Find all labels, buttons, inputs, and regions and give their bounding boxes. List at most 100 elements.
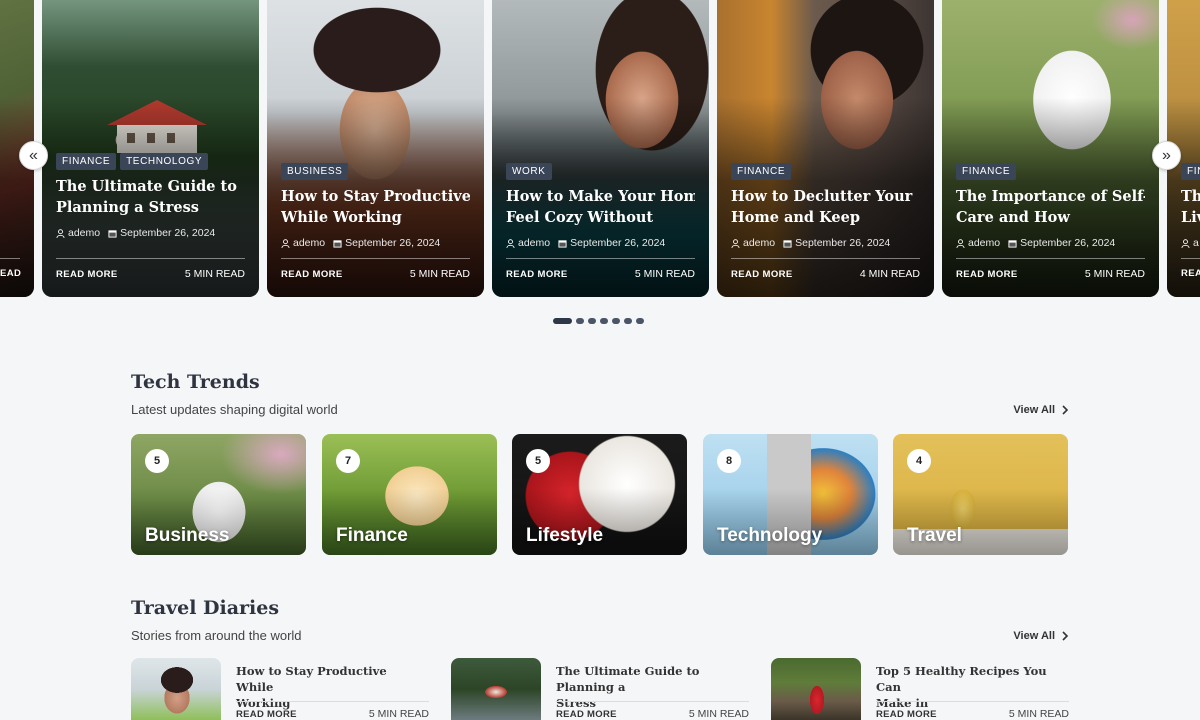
read-more-link[interactable]: READ MORE (876, 709, 937, 720)
pagination-dot-active[interactable] (553, 318, 572, 324)
read-time: 5 MIN READ (1084, 268, 1145, 280)
category-card-lifestyle[interactable]: 5 Lifestyle (512, 434, 687, 555)
author[interactable]: ademo (743, 237, 775, 249)
category-card-finance[interactable]: 7 Finance (322, 434, 497, 555)
category-name: Business (145, 525, 230, 546)
read-more-link[interactable]: READ MORE (281, 269, 343, 280)
travel-post[interactable]: The Ultimate Guide to Planning a Stress … (451, 658, 749, 720)
read-more-link[interactable]: READ MORE (236, 709, 297, 720)
card-meta: ademo September 26, 2024 (731, 237, 920, 249)
read-time: 5 MIN READ (409, 268, 470, 280)
slider-card[interactable]: FINANCE The Importance of Self- Care and… (942, 0, 1159, 297)
chevron-right-icon (1062, 631, 1069, 641)
travel-diaries-subtitle: Stories from around the world (131, 628, 302, 643)
read-more-link[interactable]: READ MORE (731, 269, 793, 280)
post-thumbnail (771, 658, 861, 720)
card-meta: ademo September 26, 2024 (56, 227, 245, 239)
pagination-dot[interactable] (588, 318, 596, 324)
author[interactable]: a (1193, 237, 1199, 249)
user-icon (56, 228, 65, 238)
slider-prev-button[interactable]: « (19, 141, 48, 170)
category-card-technology[interactable]: 8 Technology (703, 434, 878, 555)
read-more-link[interactable]: READ MORE (506, 269, 568, 280)
tag[interactable]: BUSINESS (281, 163, 349, 180)
travel-diaries-title: Travel Diaries (131, 597, 280, 619)
category-name: Travel (907, 525, 962, 546)
category-count-badge: 7 (336, 449, 360, 473)
user-icon (506, 238, 515, 248)
pagination-dot[interactable] (636, 318, 644, 324)
pagination-dot[interactable] (600, 318, 608, 324)
card-title[interactable]: How to Stay Productive While Working (281, 186, 470, 228)
category-name: Lifestyle (526, 525, 604, 546)
slider-card[interactable]: FINANCE How to Declutter Your Home and K… (717, 0, 934, 297)
category-count-badge: 5 (526, 449, 550, 473)
chevrons-left-icon: « (29, 146, 38, 164)
card-tags: FINANCE (956, 163, 1145, 180)
tag[interactable]: FINANCE (731, 163, 792, 180)
post-title[interactable]: Top 5 Healthy Recipes You Can Make in (876, 663, 1066, 711)
card-title[interactable]: The Ultimate Guide to Planning a Stress (56, 176, 245, 218)
read-more-link[interactable]: REA (1181, 268, 1200, 279)
tag[interactable]: TECHNOLOGY (120, 153, 209, 170)
card-content: FINANCE The Importance of Self- Care and… (956, 163, 1145, 249)
card-footer: READ MORE 5 MIN READ (956, 258, 1145, 280)
pagination-dot[interactable] (624, 318, 632, 324)
read-time: 5 MIN READ (688, 708, 749, 720)
tech-view-all-link[interactable]: View All (1013, 404, 1069, 416)
tag[interactable]: WORK (506, 163, 552, 180)
category-card-business[interactable]: 5 Business (131, 434, 306, 555)
travel-post[interactable]: Top 5 Healthy Recipes You Can Make in RE… (771, 658, 1069, 720)
card-title[interactable]: How to Make Your Home Feel Cozy Without (506, 186, 695, 228)
card-tags: BUSINESS (281, 163, 470, 180)
page: EAD FINANCE TECHNOLOGY The Ultimate Guid… (0, 0, 1200, 720)
slider-card[interactable]: FINANCE TECHNOLOGY The Ultimate Guide to… (42, 0, 259, 297)
travel-post[interactable]: How to Stay Productive While Working REA… (131, 658, 429, 720)
author[interactable]: ademo (293, 237, 325, 249)
read-more-link[interactable]: READ MORE (556, 709, 617, 720)
read-more-link[interactable]: READ MORE (956, 269, 1018, 280)
card-content: FINANCE How to Declutter Your Home and K… (731, 163, 920, 249)
slider-card[interactable]: WORK How to Make Your Home Feel Cozy Wit… (492, 0, 709, 297)
card-footer: EAD (0, 258, 21, 279)
category-card-travel[interactable]: 4 Travel (893, 434, 1068, 555)
card-tags: FINANCE (731, 163, 920, 180)
post-thumbnail (131, 658, 221, 720)
pagination-dot[interactable] (576, 318, 584, 324)
slider-next-button[interactable]: » (1152, 141, 1181, 170)
card-title[interactable]: How to Declutter Your Home and Keep (731, 186, 920, 228)
tech-trends-subtitle: Latest updates shaping digital world (131, 402, 338, 417)
slider-card[interactable]: BUSINESS How to Stay Productive While Wo… (267, 0, 484, 297)
author[interactable]: ademo (968, 237, 1000, 249)
user-icon (731, 238, 740, 248)
user-icon (956, 238, 965, 248)
pagination-dot[interactable] (612, 318, 620, 324)
read-more-link[interactable]: READ MORE (56, 269, 118, 280)
card-tags: FIN (1181, 163, 1200, 180)
category-count-badge: 8 (717, 449, 741, 473)
post-thumbnail (451, 658, 541, 720)
read-time: 4 MIN READ (859, 268, 920, 280)
slider-pagination (553, 318, 644, 324)
date: September 26, 2024 (120, 227, 216, 239)
card-content: WORK How to Make Your Home Feel Cozy Wit… (506, 163, 695, 249)
card-title[interactable]: The Importance of Self- Care and How (956, 186, 1145, 228)
user-icon (281, 238, 290, 248)
calendar-icon (333, 239, 342, 248)
date: September 26, 2024 (345, 237, 441, 249)
tag[interactable]: FINANCE (956, 163, 1017, 180)
post-title[interactable]: How to Stay Productive While Working (236, 663, 426, 711)
category-name: Finance (336, 525, 408, 546)
card-meta: ademo September 26, 2024 (281, 237, 470, 249)
card-footer: REA (1181, 258, 1200, 279)
author[interactable]: ademo (68, 227, 100, 239)
tag[interactable]: FINANCE (56, 153, 117, 170)
read-more-link[interactable]: EAD (0, 268, 21, 279)
post-title[interactable]: The Ultimate Guide to Planning a Stress (556, 663, 746, 711)
calendar-icon (783, 239, 792, 248)
author[interactable]: ademo (518, 237, 550, 249)
travel-view-all-link[interactable]: View All (1013, 630, 1069, 642)
card-title[interactable]: Th Liv (1181, 186, 1200, 228)
tag[interactable]: FIN (1181, 163, 1200, 180)
card-content: FIN Th Liv a (1181, 163, 1200, 249)
